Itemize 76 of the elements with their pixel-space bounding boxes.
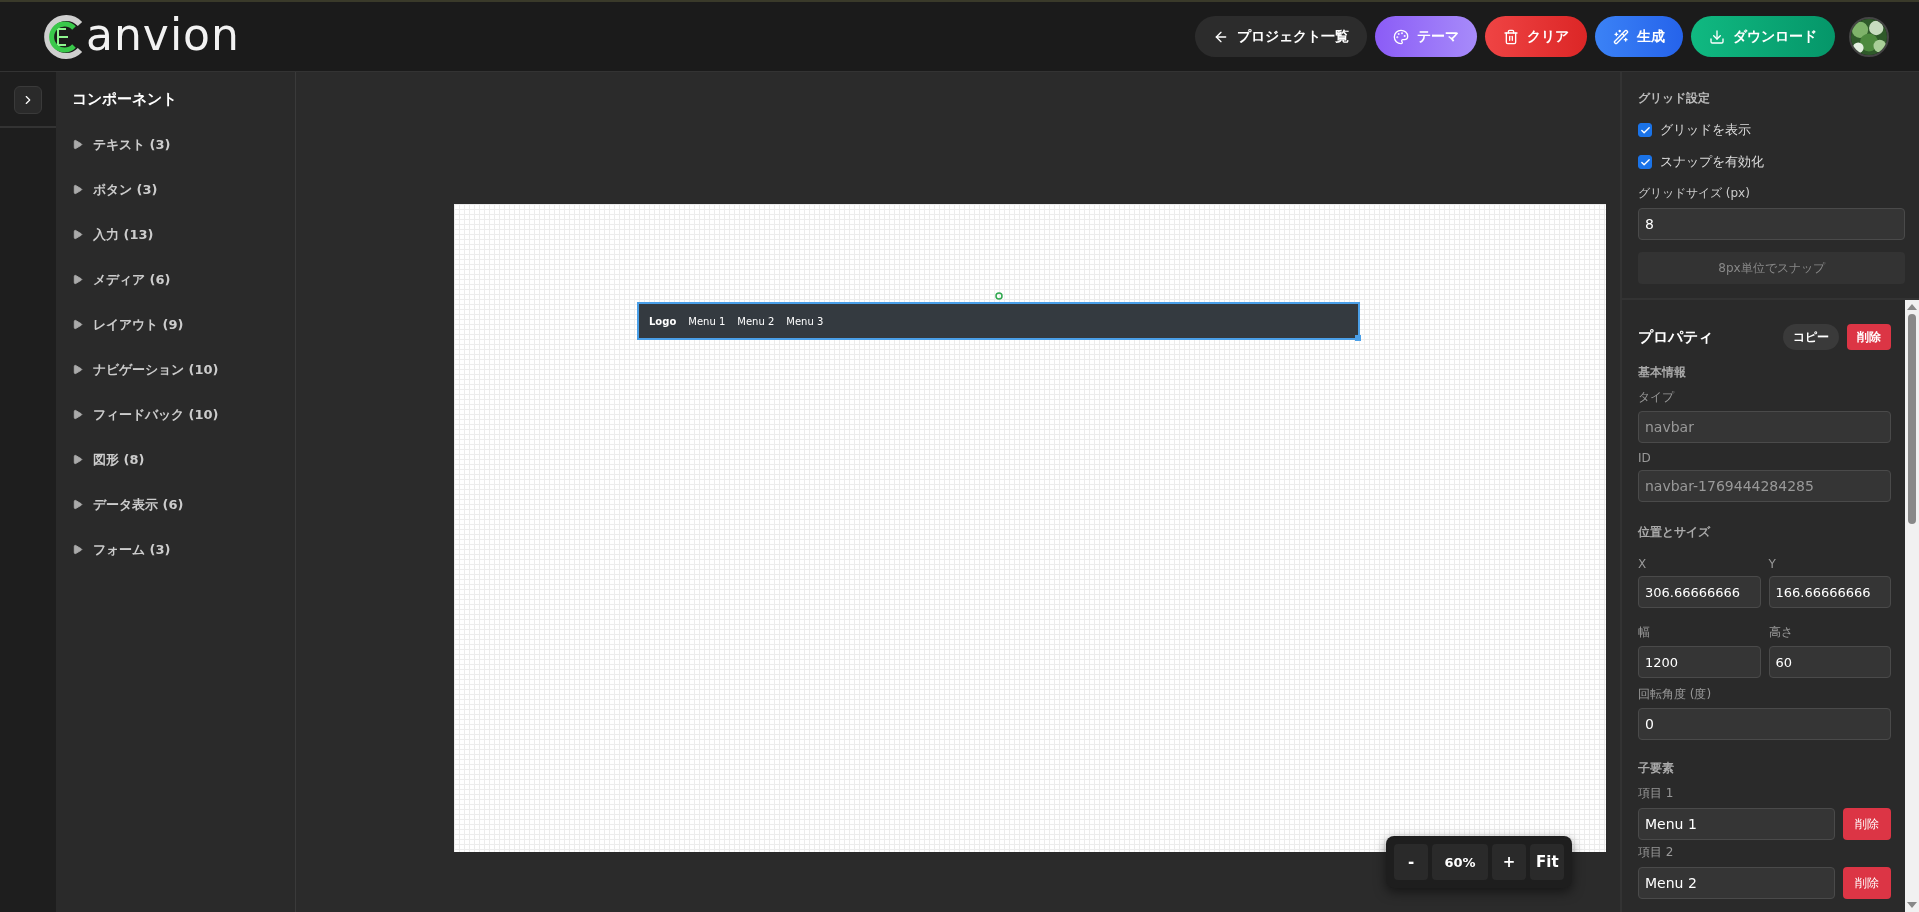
component-category[interactable]: テキスト (3) bbox=[93, 135, 171, 154]
zoom-level[interactable]: 60% bbox=[1432, 844, 1488, 880]
section-heading: 基本情報 bbox=[1638, 364, 1687, 381]
copy-button[interactable]: コピー bbox=[1783, 324, 1839, 350]
caret-icon[interactable] bbox=[72, 274, 83, 285]
design-canvas[interactable]: Logo Menu 1 Menu 2 Menu 3 bbox=[454, 204, 1606, 852]
field-label: タイプ bbox=[1638, 389, 1676, 406]
download-icon bbox=[1709, 28, 1725, 45]
caret-icon[interactable] bbox=[72, 544, 83, 555]
field-label: 幅 bbox=[1638, 624, 1651, 641]
components-heading: コンポーネント bbox=[72, 90, 178, 109]
caret-icon[interactable] bbox=[72, 454, 83, 465]
child-item-field[interactable]: Menu 2 bbox=[1638, 867, 1835, 899]
component-category[interactable]: フォーム (3) bbox=[93, 540, 171, 559]
header-button[interactable]: クリア bbox=[1485, 16, 1587, 57]
field-label: ID bbox=[1638, 451, 1652, 465]
palette-icon bbox=[1393, 28, 1409, 45]
navbar-logo: Logo bbox=[649, 315, 677, 327]
delete-button[interactable]: 削除 bbox=[1847, 324, 1891, 350]
navbar-link: Menu 1 bbox=[688, 315, 726, 327]
properties-heading: プロパティ bbox=[1638, 327, 1714, 347]
zoom-in-button[interactable]: + bbox=[1492, 844, 1526, 880]
caret-icon[interactable] bbox=[72, 229, 83, 240]
trash-icon bbox=[1503, 28, 1519, 45]
caret-icon[interactable] bbox=[72, 319, 83, 330]
child-item-field[interactable]: Menu 1 bbox=[1638, 808, 1835, 840]
checkbox-label: グリッドを表示 bbox=[1660, 121, 1751, 139]
component-category[interactable]: ボタン (3) bbox=[93, 180, 158, 199]
component-category[interactable]: ナビゲーション (10) bbox=[93, 360, 219, 379]
number-field[interactable]: 60 bbox=[1768, 646, 1891, 678]
checkbox-label: スナップを有効化 bbox=[1660, 153, 1764, 171]
field-label: 項目 1 bbox=[1638, 785, 1675, 802]
zoom-out-button[interactable]: - bbox=[1394, 844, 1428, 880]
type-field[interactable]: navbar bbox=[1638, 411, 1891, 443]
section-heading: 位置とサイズ bbox=[1638, 524, 1712, 541]
logo-text: anvion bbox=[86, 12, 240, 57]
navbar-element[interactable]: Logo Menu 1 Menu 2 Menu 3 bbox=[637, 302, 1360, 340]
header-button[interactable]: プロジェクト一覧 bbox=[1195, 16, 1367, 57]
caret-icon[interactable] bbox=[72, 499, 83, 510]
delete-item-button[interactable]: 削除 bbox=[1843, 867, 1891, 899]
resize-handle[interactable] bbox=[1355, 335, 1361, 341]
delete-item-button[interactable]: 削除 bbox=[1843, 808, 1891, 840]
field-label: 項目 2 bbox=[1638, 844, 1675, 861]
navbar-link: Menu 2 bbox=[737, 315, 775, 327]
magic-wand-icon bbox=[1613, 28, 1629, 45]
caret-icon[interactable] bbox=[72, 364, 83, 375]
section-heading: 子要素 bbox=[1638, 760, 1675, 777]
caret-icon[interactable] bbox=[72, 409, 83, 420]
component-category[interactable]: 図形 (8) bbox=[93, 450, 145, 469]
component-category[interactable]: メディア (6) bbox=[93, 270, 171, 289]
grid-settings-heading: グリッド設定 bbox=[1638, 90, 1711, 107]
id-field[interactable]: navbar-1769444284285 bbox=[1638, 470, 1891, 502]
caret-icon[interactable] bbox=[72, 139, 83, 150]
number-field[interactable]: 166.66666666 bbox=[1768, 576, 1891, 608]
number-field[interactable]: 306.66666666 bbox=[1638, 576, 1761, 608]
field-label: X bbox=[1638, 557, 1648, 571]
grid-size-field[interactable]: 8 bbox=[1638, 208, 1905, 240]
component-category[interactable]: 入力 (13) bbox=[93, 225, 154, 244]
fit-button[interactable]: Fit bbox=[1530, 844, 1564, 880]
navbar-link: Menu 3 bbox=[786, 315, 824, 327]
component-category[interactable]: レイアウト (9) bbox=[93, 315, 184, 334]
caret-icon[interactable] bbox=[72, 184, 83, 195]
number-field[interactable]: 1200 bbox=[1638, 646, 1761, 678]
header-button[interactable]: 生成 bbox=[1595, 16, 1683, 57]
component-category[interactable]: データ表示 (6) bbox=[93, 495, 184, 514]
field-label: 高さ bbox=[1768, 624, 1794, 641]
scrollbar[interactable] bbox=[1905, 300, 1919, 912]
checkbox[interactable] bbox=[1638, 155, 1652, 169]
grid-size-label: グリッドサイズ (px) bbox=[1638, 185, 1751, 202]
rotation-field[interactable]: 0 bbox=[1638, 708, 1891, 740]
field-label: 回転角度 (度) bbox=[1638, 686, 1713, 703]
component-category[interactable]: フィードバック (10) bbox=[93, 405, 219, 424]
rotate-handle-icon[interactable] bbox=[995, 292, 1003, 300]
field-label: Y bbox=[1768, 557, 1777, 571]
checkbox[interactable] bbox=[1638, 123, 1652, 137]
expand-sidebar-button[interactable] bbox=[14, 86, 42, 114]
